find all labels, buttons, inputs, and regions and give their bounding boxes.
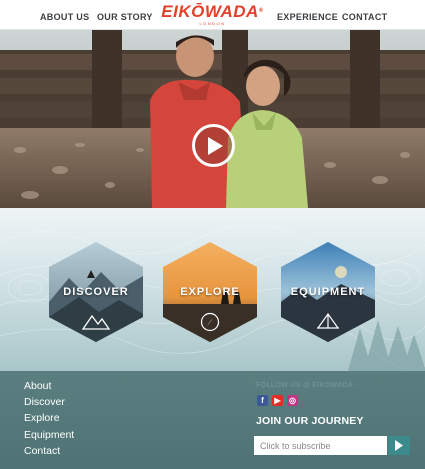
compass-icon [200,312,220,332]
footer-link-contact[interactable]: Contact [24,445,60,457]
feature-section: DISCOVER EXPLORE EQUIPMENT [0,208,425,371]
footer-link-equipment[interactable]: Equipment [24,429,74,441]
feature-explore[interactable]: EXPLORE [163,242,257,342]
discover-label: DISCOVER [63,286,129,298]
registered-mark: ® [258,8,264,14]
tent-icon [316,312,340,329]
instagram-icon[interactable]: ◎ [287,395,298,406]
feature-discover[interactable]: DISCOVER [49,242,143,342]
nav-our-story[interactable]: OUR STORY [97,12,153,22]
nav-about-us[interactable]: ABOUT US [40,12,89,22]
footer-link-discover[interactable]: Discover [24,396,65,408]
subscribe-input[interactable] [254,436,387,455]
brand-logo[interactable]: EIKŌWADA® LONDON [160,3,265,27]
join-heading: JOIN OUR JOURNEY [256,415,364,427]
nav-experience[interactable]: EXPERIENCE [277,12,338,22]
equipment-label: EQUIPMENT [290,286,366,298]
subscribe-button[interactable] [388,436,410,455]
nav-contact[interactable]: CONTACT [342,12,387,22]
explore-label: EXPLORE [180,286,240,298]
facebook-icon[interactable]: f [257,395,268,406]
footer-link-about[interactable]: About [24,380,51,392]
footer-link-explore[interactable]: Explore [24,412,60,424]
youtube-icon[interactable]: ▶ [272,395,283,406]
play-button[interactable] [192,124,235,167]
arrow-right-icon [395,440,403,451]
play-icon [208,137,223,155]
hero-image [0,30,425,208]
logo-wordmark: EIKŌWADA [161,2,259,21]
top-nav: ABOUT US OUR STORY EIKŌWADA® LONDON EXPE… [0,0,425,30]
hero-video[interactable] [0,30,425,208]
follow-label: FOLLOW US @ EIKOWADA [256,382,354,389]
feature-equipment[interactable]: EQUIPMENT [281,242,375,342]
mountain-icon [82,314,110,330]
logo-tagline: LONDON [199,21,226,26]
footer: About Discover Explore Equipment Contact… [0,371,425,469]
